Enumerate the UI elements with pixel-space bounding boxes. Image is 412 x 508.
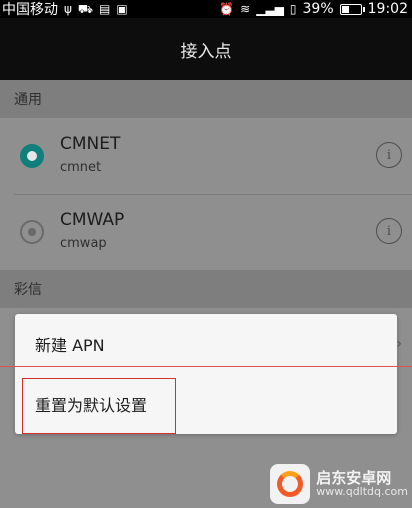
- apn-name: CMNET: [60, 134, 121, 154]
- new-apn-option[interactable]: 新建 APN: [15, 314, 397, 374]
- highlight-line: [0, 366, 412, 367]
- apn-value: cmnet: [60, 160, 102, 175]
- alarm-icon: ⏰: [219, 2, 235, 16]
- section-header-mms: 彩信: [0, 270, 412, 308]
- battery-icon: [339, 3, 365, 15]
- battery-level-fill: [341, 5, 350, 13]
- usb-icon: ψ: [64, 2, 72, 16]
- watermark-logo-icon: [270, 464, 311, 504]
- page-title: 接入点: [180, 41, 232, 62]
- clock: 19:02: [367, 1, 408, 17]
- battery-percent: 39%: [302, 1, 334, 17]
- info-icon[interactable]: i: [376, 218, 402, 244]
- radio-selected-icon[interactable]: [20, 144, 44, 168]
- apn-item-cmnet[interactable]: CMNET cmnet i: [0, 118, 412, 194]
- apn-item-cmwap[interactable]: CMWAP cmwap i: [0, 194, 412, 270]
- info-icon[interactable]: i: [376, 142, 402, 168]
- apn-name: CMWAP: [60, 210, 125, 230]
- car-icon: ⛟: [77, 2, 94, 16]
- signal-icon: ▁▃▅: [256, 2, 284, 16]
- keyboard-icon: ▤: [99, 2, 111, 16]
- section-header-label: 彩信: [14, 282, 42, 298]
- status-bar: 中国移动 ψ ⛟ ▤ ▣ ⏰ ≋ ▁▃▅ ▯ 39% 19:02: [0, 0, 412, 18]
- apn-list: 通用 CMNET cmnet i CMWAP cmwap i 彩信 ›: [0, 80, 412, 508]
- wifi-icon: ≋: [240, 2, 251, 16]
- new-apn-label: 新建 APN: [35, 336, 105, 355]
- radio-unselected-icon[interactable]: [20, 220, 44, 244]
- image-icon: ▣: [116, 2, 128, 16]
- title-bar: 接入点: [0, 18, 412, 80]
- section-header-general: 通用: [0, 80, 412, 118]
- watermark-title: 启东安卓网: [316, 468, 392, 487]
- carrier-label: 中国移动: [2, 2, 58, 18]
- watermark: 启东安卓网 www.qdltdq.com: [270, 464, 408, 504]
- chevron-right-icon: ›: [396, 336, 402, 352]
- apn-value: cmwap: [60, 236, 107, 251]
- watermark-url: www.qdltdq.com: [316, 485, 408, 499]
- sim-icon: ▯: [289, 2, 297, 16]
- highlight-box: [22, 378, 176, 434]
- section-header-label: 通用: [14, 92, 42, 108]
